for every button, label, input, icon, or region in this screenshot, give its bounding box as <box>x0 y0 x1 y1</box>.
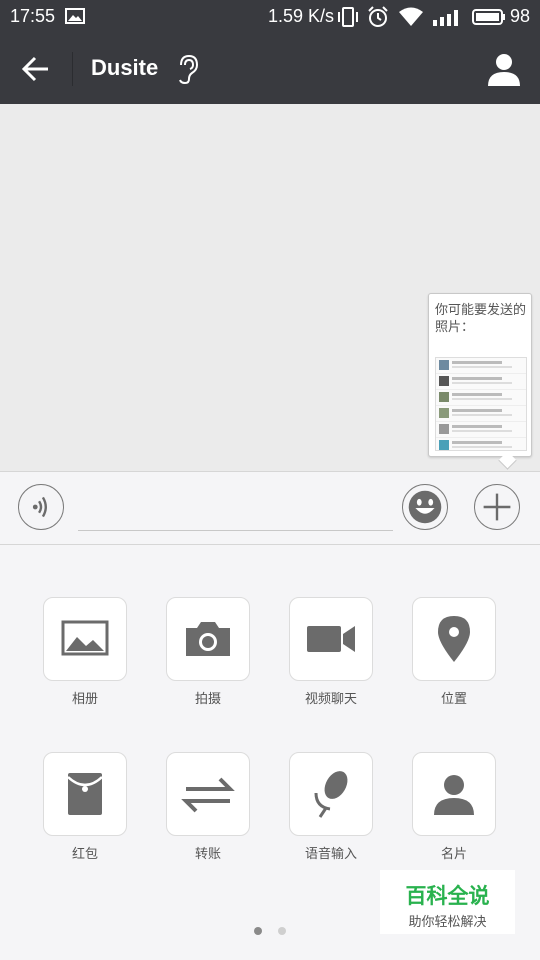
red-packet-button[interactable] <box>43 752 127 836</box>
watermark-subtitle: 助你轻松解决 <box>408 915 487 930</box>
ear-icon <box>179 54 199 84</box>
voice-input-label: 语音输入 <box>304 847 357 862</box>
red-envelope-icon <box>67 773 103 815</box>
video-chat-button[interactable] <box>289 597 373 681</box>
contact-card-button[interactable] <box>412 752 496 836</box>
suggested-photo-text: 你可能要发送的照片： <box>435 303 527 335</box>
transfer-arrows-icon <box>181 777 235 813</box>
page-dot-active <box>254 927 262 935</box>
status-bar: 17:55 1.59 K/s 98 <box>0 0 540 34</box>
video-camera-icon <box>307 626 355 652</box>
page-dot <box>278 927 286 935</box>
emoji-button[interactable] <box>402 484 448 530</box>
image-icon <box>61 620 109 656</box>
suggested-photo-thumbnail[interactable] <box>435 357 527 451</box>
input-bar <box>0 471 540 545</box>
transfer-label: 转账 <box>194 847 221 862</box>
voice-wave-icon <box>32 496 47 518</box>
camera-label: 拍摄 <box>194 692 221 707</box>
status-time: 17:55 <box>10 6 56 26</box>
battery-icon <box>472 9 505 25</box>
album-button[interactable] <box>43 597 127 681</box>
voice-input-button[interactable] <box>289 752 373 836</box>
camera-icon <box>186 622 230 656</box>
suggested-photo-popup[interactable]: 你可能要发送的照片： <box>428 293 532 470</box>
plus-icon <box>483 493 511 521</box>
location-button[interactable] <box>412 597 496 681</box>
album-label: 相册 <box>71 692 98 707</box>
vibrate-icon <box>338 7 358 27</box>
image-notification-icon <box>65 8 85 24</box>
battery-percent: 98 <box>510 6 531 26</box>
network-speed: 1.59 K/s <box>268 6 335 26</box>
smiley-icon <box>408 490 442 524</box>
video-chat-label: 视频聊天 <box>304 692 357 707</box>
message-input[interactable] <box>78 492 393 531</box>
chat-header: Dusite <box>0 34 540 104</box>
red-packet-label: 红包 <box>71 847 98 862</box>
voice-button[interactable] <box>18 484 64 530</box>
contact-card-label: 名片 <box>440 847 467 862</box>
location-pin-icon <box>438 616 470 662</box>
transfer-button[interactable] <box>166 752 250 836</box>
page-indicator <box>254 927 294 939</box>
wifi-icon <box>399 7 423 26</box>
location-label: 位置 <box>440 692 467 707</box>
watermark-title: 百科全说 <box>405 884 490 908</box>
microphone-icon <box>314 771 348 818</box>
arrow-left-icon[interactable] <box>20 54 52 84</box>
contact-card-icon <box>434 775 474 815</box>
camera-button[interactable] <box>166 597 250 681</box>
header-divider <box>72 52 73 86</box>
watermark: 百科全说 助你轻松解决 <box>380 870 515 934</box>
more-button[interactable] <box>474 484 520 530</box>
alarm-icon <box>368 6 388 27</box>
person-icon[interactable] <box>486 52 522 86</box>
signal-icon <box>433 10 458 26</box>
chat-title: Dusite <box>91 55 159 80</box>
